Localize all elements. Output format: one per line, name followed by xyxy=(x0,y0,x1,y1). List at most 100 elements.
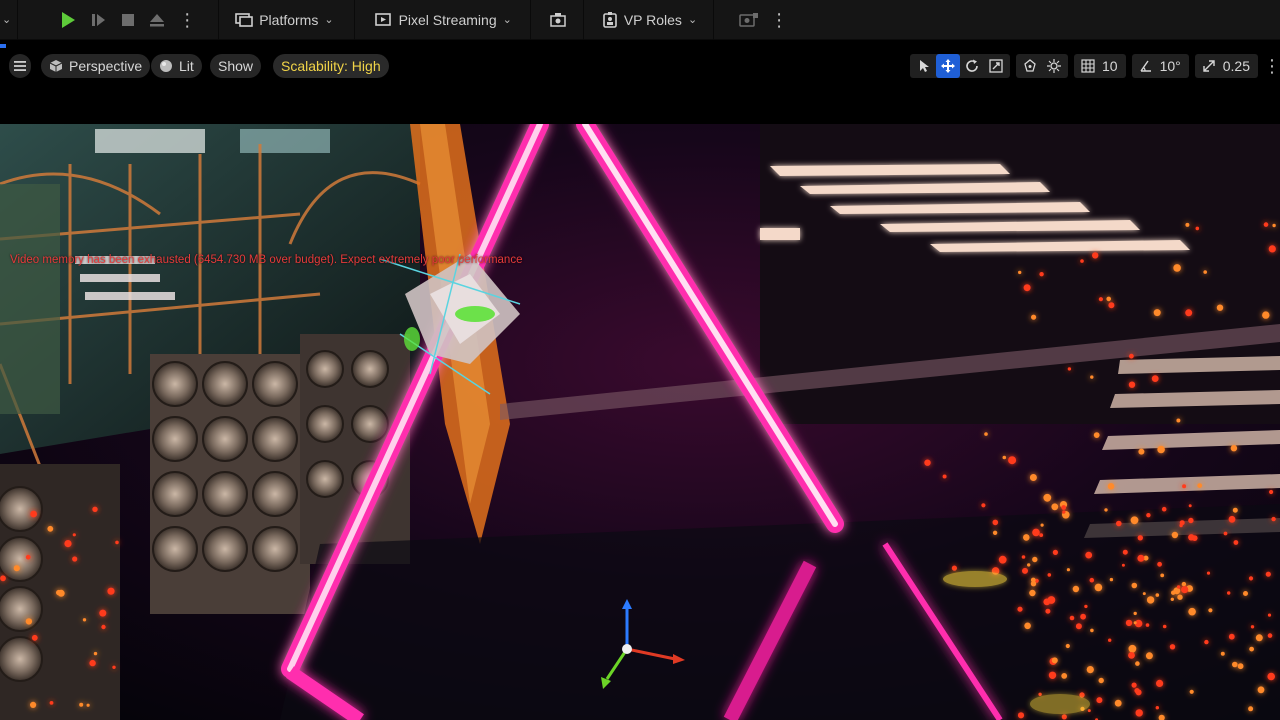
ember-particle xyxy=(1133,611,1137,616)
ember-particle xyxy=(1206,571,1211,575)
recorder-icon xyxy=(549,11,567,29)
chevron-down-icon: ⌄ xyxy=(324,14,334,26)
scale-icon xyxy=(989,59,1003,73)
rotation-snap-button[interactable] xyxy=(1134,54,1158,78)
ember-particle xyxy=(1255,634,1263,642)
translate-mode-button[interactable] xyxy=(936,54,960,78)
ember-particle xyxy=(1023,534,1030,541)
ember-particle xyxy=(1032,528,1040,537)
ember-particle xyxy=(1065,643,1070,649)
ember-particle xyxy=(1125,619,1133,627)
scale-mode-button[interactable] xyxy=(984,54,1008,78)
speaker-cone xyxy=(202,526,248,572)
scale-snap-group[interactable]: 0.25 xyxy=(1194,54,1258,78)
ember-particle xyxy=(1093,432,1100,438)
ember-particle xyxy=(1023,284,1031,292)
ember-particle xyxy=(1137,554,1145,562)
lit-label: Lit xyxy=(179,58,194,74)
play-options-menu[interactable]: ⋮ xyxy=(172,0,202,40)
eject-button[interactable] xyxy=(142,0,172,40)
platforms-dropdown[interactable]: Platforms ⌄ xyxy=(229,0,339,40)
ember-particle xyxy=(1176,585,1181,589)
scale-snap-value[interactable]: 0.25 xyxy=(1221,54,1256,78)
grid-snap-group[interactable]: 10 xyxy=(1074,54,1126,78)
advance-frame-button[interactable] xyxy=(84,0,114,40)
ember-particle xyxy=(1128,381,1136,388)
speaker-cone xyxy=(252,526,298,572)
show-button[interactable]: Show xyxy=(210,54,262,78)
ember-particle xyxy=(1156,679,1164,688)
play-button[interactable] xyxy=(52,0,84,40)
scalability-button[interactable]: Scalability: High xyxy=(273,54,389,78)
speaker-cone xyxy=(351,350,389,388)
ember-particle xyxy=(25,554,31,560)
ember-particle xyxy=(1114,699,1122,707)
pixel-streaming-icon xyxy=(374,12,393,28)
ember-particle xyxy=(1135,709,1143,717)
grid-snap-button[interactable] xyxy=(1076,54,1100,78)
viewport-options-menu[interactable]: ⋮ xyxy=(1263,54,1280,78)
speaker-cone xyxy=(152,361,198,407)
ember-particle xyxy=(1024,622,1031,630)
toolbar-divider xyxy=(17,0,19,40)
ember-particle xyxy=(1161,506,1167,512)
ember-particle xyxy=(30,510,37,518)
toolbar-overflow-chevron[interactable]: ⌄ xyxy=(0,0,13,40)
viewport-menu-button[interactable] xyxy=(9,54,31,78)
ember-particle xyxy=(1223,531,1228,536)
ember-particle xyxy=(1128,652,1135,659)
spot-light xyxy=(943,571,1007,587)
ember-particle xyxy=(1197,483,1203,488)
ember-particle xyxy=(1080,613,1086,620)
lit-sphere-icon xyxy=(159,59,173,73)
ember-particle xyxy=(1043,598,1051,606)
ember-particle xyxy=(1146,596,1155,604)
ember-particle xyxy=(1145,623,1150,627)
ember-particle xyxy=(1045,608,1051,614)
speaker-cone xyxy=(152,416,198,462)
ember-particle xyxy=(115,540,119,545)
ember-particle xyxy=(1038,692,1042,696)
stop-icon xyxy=(120,12,136,28)
scale-snap-button[interactable] xyxy=(1197,54,1221,78)
world-coordinates-button[interactable] xyxy=(1018,54,1042,78)
ember-particle xyxy=(1086,666,1094,674)
ember-particle xyxy=(1170,597,1175,601)
rotate-mode-button[interactable] xyxy=(960,54,984,78)
vp-roles-dropdown[interactable]: VP Roles ⌄ xyxy=(596,0,703,40)
surface-snap-icon xyxy=(1046,58,1062,74)
vp-roles-label: VP Roles xyxy=(623,11,682,28)
ember-particle xyxy=(1131,682,1137,688)
pixel-streaming-dropdown[interactable]: Pixel Streaming ⌄ xyxy=(369,0,518,40)
ember-particle xyxy=(1157,561,1162,567)
speaker-cone xyxy=(0,536,43,582)
take-recorder-button[interactable] xyxy=(543,0,573,40)
ember-particle xyxy=(1272,223,1276,228)
session-button[interactable] xyxy=(732,0,766,40)
perspective-button[interactable]: Perspective xyxy=(41,54,151,78)
ember-particle xyxy=(1155,593,1160,597)
grid-snap-value[interactable]: 10 xyxy=(1100,54,1124,78)
level-viewport-scene[interactable]: Video memory has been exhausted (6454.73… xyxy=(0,124,1280,720)
ember-particle xyxy=(1195,226,1200,231)
speaker-cone xyxy=(0,586,43,632)
globe-icon xyxy=(1022,58,1038,74)
rotation-snap-group[interactable]: 10° xyxy=(1131,54,1189,78)
stop-button[interactable] xyxy=(114,0,142,40)
ember-particle xyxy=(951,565,958,571)
ember-particle xyxy=(99,609,107,617)
scene-render xyxy=(0,124,1280,720)
surface-snapping-button[interactable] xyxy=(1042,54,1066,78)
ember-particle xyxy=(1262,311,1270,319)
pixel-streaming-label: Pixel Streaming xyxy=(398,11,497,28)
ember-particle xyxy=(1182,484,1187,489)
ember-particle xyxy=(1008,456,1017,465)
speaker-cone xyxy=(202,361,248,407)
session-options-menu[interactable]: ⋮ xyxy=(766,0,792,40)
lit-view-mode-button[interactable]: Lit xyxy=(151,54,202,78)
ember-particle xyxy=(1176,418,1181,423)
select-mode-button[interactable] xyxy=(912,54,936,78)
rotation-snap-value[interactable]: 10° xyxy=(1158,54,1187,78)
ember-particle xyxy=(1129,353,1134,359)
ember-particle xyxy=(1075,623,1082,630)
